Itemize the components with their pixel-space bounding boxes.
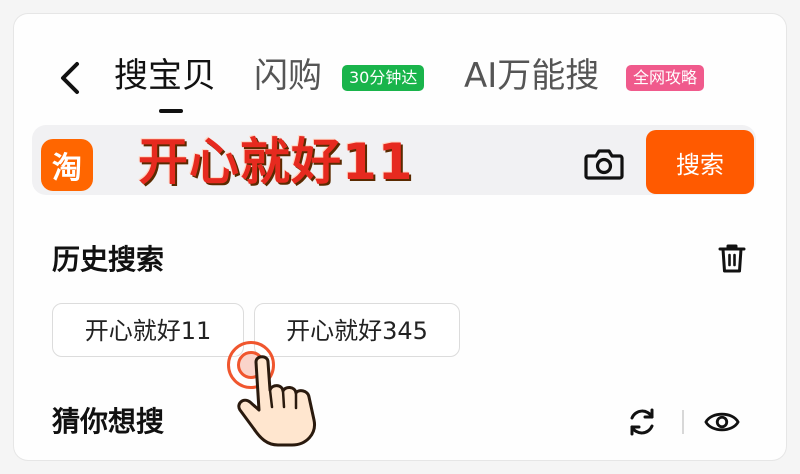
guess-title: 猜你想搜 xyxy=(52,405,165,438)
search-query-text[interactable]: 开心就好11 xyxy=(138,131,414,193)
screen: 搜宝贝 闪购 30分钟达 AI万能搜 全网攻略 淘 开心就好11 搜索 历史搜索… xyxy=(14,14,786,460)
delivery-badge: 30分钟达 xyxy=(342,65,425,91)
refresh-icon[interactable] xyxy=(624,404,660,440)
guide-badge: 全网攻略 xyxy=(626,65,705,91)
back-arrow-icon[interactable] xyxy=(50,58,90,98)
trash-icon[interactable] xyxy=(714,240,750,276)
divider xyxy=(682,410,684,434)
eye-icon[interactable] xyxy=(704,404,740,440)
taobao-logo: 淘 xyxy=(41,139,93,191)
history-chip[interactable]: 开心就好345 xyxy=(254,303,460,357)
history-chip[interactable]: 开心就好11 xyxy=(52,303,244,357)
tab-ai-search[interactable]: AI万能搜 xyxy=(464,52,599,100)
tab-search-items[interactable]: 搜宝贝 xyxy=(114,52,216,100)
pointing-hand-icon xyxy=(234,352,334,452)
camera-icon[interactable] xyxy=(582,142,626,186)
active-tab-indicator xyxy=(159,109,183,113)
tab-flash-buy[interactable]: 闪购 xyxy=(254,52,322,100)
search-button[interactable]: 搜索 xyxy=(646,130,754,194)
history-title: 历史搜索 xyxy=(52,243,165,276)
